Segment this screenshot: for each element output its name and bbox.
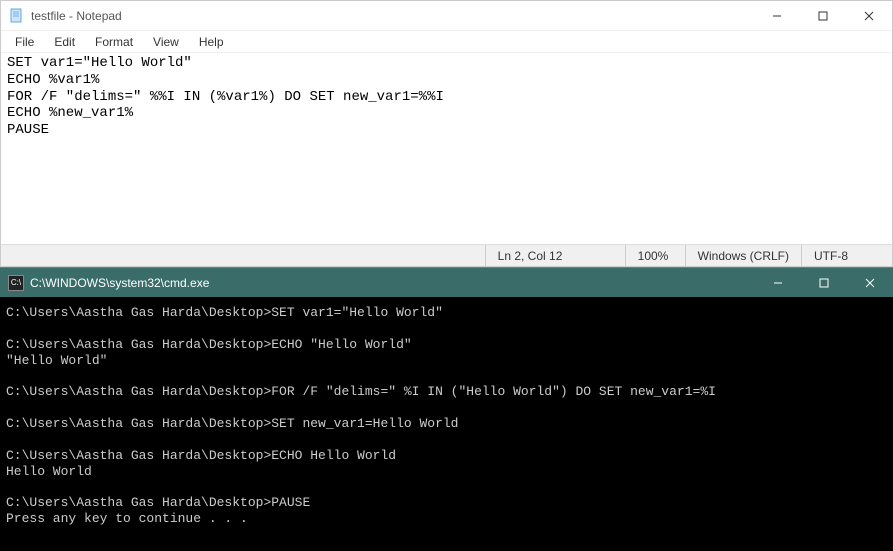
notepad-editor[interactable]: SET var1="Hello World" ECHO %var1% FOR /… — [1, 53, 892, 244]
notepad-app-icon — [9, 8, 25, 24]
notepad-title: testfile - Notepad — [31, 9, 754, 23]
menu-format[interactable]: Format — [85, 33, 143, 51]
minimize-button[interactable] — [755, 268, 801, 298]
menu-file[interactable]: File — [5, 33, 44, 51]
notepad-statusbar: Ln 2, Col 12 100% Windows (CRLF) UTF-8 — [1, 244, 892, 266]
status-line-ending: Windows (CRLF) — [686, 245, 802, 266]
cmd-window-controls — [755, 268, 893, 298]
close-button[interactable] — [847, 268, 893, 298]
cmd-window: C:\ C:\WINDOWS\system32\cmd.exe C:\Users… — [0, 267, 893, 551]
notepad-titlebar[interactable]: testfile - Notepad — [1, 1, 892, 31]
maximize-button[interactable] — [800, 1, 846, 31]
status-cursor-position: Ln 2, Col 12 — [486, 245, 626, 266]
cmd-output[interactable]: C:\Users\Aastha Gas Harda\Desktop>SET va… — [0, 297, 893, 551]
notepad-window-controls — [754, 1, 892, 31]
cmd-titlebar[interactable]: C:\ C:\WINDOWS\system32\cmd.exe — [0, 267, 893, 297]
notepad-window: testfile - Notepad File Edit Format View… — [0, 0, 893, 267]
status-zoom: 100% — [626, 245, 686, 266]
status-encoding: UTF-8 — [802, 245, 892, 266]
maximize-button[interactable] — [801, 268, 847, 298]
cmd-title: C:\WINDOWS\system32\cmd.exe — [30, 276, 755, 290]
minimize-button[interactable] — [754, 1, 800, 31]
statusbar-spacer — [1, 245, 486, 266]
notepad-menubar: File Edit Format View Help — [1, 31, 892, 53]
menu-view[interactable]: View — [143, 33, 189, 51]
cmd-app-icon: C:\ — [8, 275, 24, 291]
menu-edit[interactable]: Edit — [44, 33, 85, 51]
close-button[interactable] — [846, 1, 892, 31]
menu-help[interactable]: Help — [189, 33, 234, 51]
